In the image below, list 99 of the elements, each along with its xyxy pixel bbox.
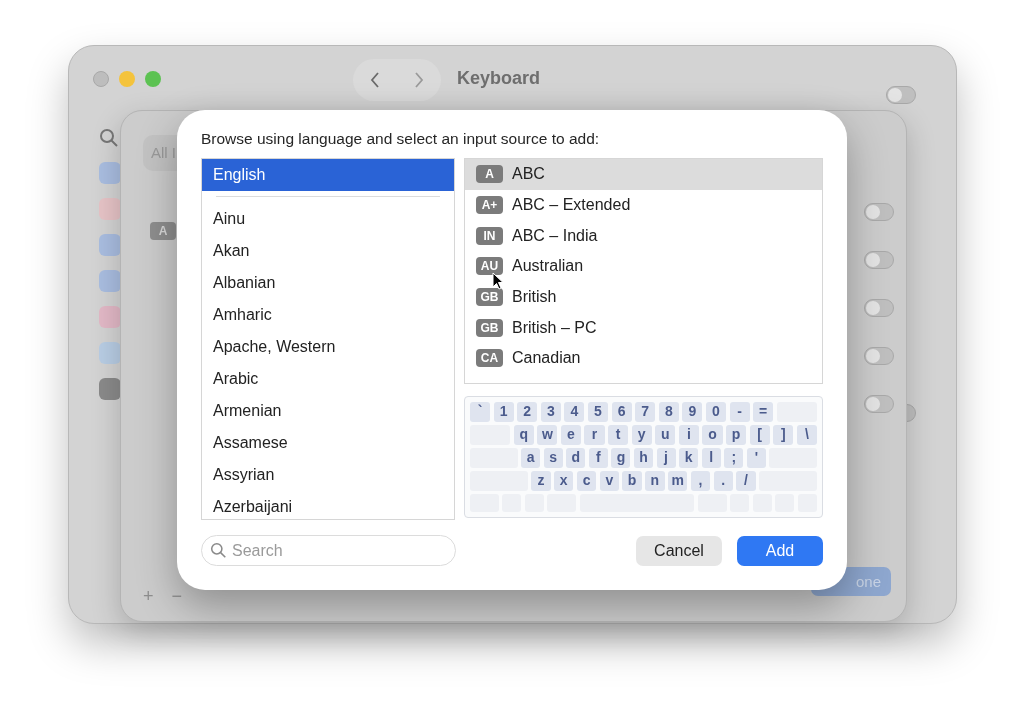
zoom-icon[interactable] [145, 71, 161, 87]
mouse-pointer-icon [492, 272, 504, 290]
close-icon[interactable] [93, 71, 109, 87]
input-source-item[interactable]: IN ABC – India [465, 220, 822, 252]
language-item[interactable]: Amharic [202, 299, 454, 331]
keyboard-key: = [753, 402, 774, 422]
keyboard-key: b [622, 471, 642, 491]
keyboard-key: . [713, 471, 733, 491]
dialog-prompt: Browse using language and select an input source to add: [201, 130, 601, 148]
language-item[interactable]: English [202, 159, 454, 191]
keyboard-key: 9 [682, 402, 703, 422]
keyboard-key: o [702, 425, 723, 445]
input-source-item[interactable]: CA Canadian [465, 343, 822, 374]
keyboard-key: r [584, 425, 605, 445]
keyboard-key: 7 [635, 402, 656, 422]
input-source-item[interactable]: GB British – PC [465, 312, 822, 344]
keyboard-key: m [668, 471, 688, 491]
keyboard-key: 3 [540, 402, 561, 422]
input-source-item[interactable]: AU Australian [465, 251, 822, 282]
keyboard-key: v [599, 471, 619, 491]
input-source-label: British – PC [512, 318, 597, 337]
keyboard-key: j [656, 448, 676, 468]
input-source-badge: IN [476, 226, 503, 245]
keyboard-key: n [645, 471, 665, 491]
toggle-switch[interactable] [864, 395, 894, 413]
keyboard-key: p [726, 425, 747, 445]
input-source-badge: A [476, 165, 503, 184]
keyboard-key: 5 [587, 402, 609, 422]
search-icon [99, 128, 119, 148]
keyboard-key: z [531, 471, 551, 491]
keyboard-key: e [560, 425, 581, 445]
language-item[interactable]: Ainu [202, 203, 454, 235]
keyboard-key: 8 [658, 402, 679, 422]
keyboard-key: 4 [564, 402, 585, 422]
keyboard-key: d [566, 448, 586, 468]
keyboard-key: ` [470, 402, 491, 422]
back-icon[interactable] [370, 72, 380, 88]
keyboard-key: x [554, 471, 574, 491]
toggle-switch[interactable] [864, 203, 894, 221]
input-source-label: Australian [512, 257, 584, 276]
input-source-badge: A+ [476, 196, 503, 215]
input-source-label: Canadian [512, 349, 581, 368]
keyboard-key: y [631, 425, 652, 445]
minimize-icon[interactable] [119, 71, 135, 87]
keyboard-key: w [537, 425, 558, 445]
keyboard-key: q [513, 425, 534, 445]
keyboard-key: , [690, 471, 711, 491]
search-field[interactable]: Search [201, 535, 456, 566]
search-icon [210, 542, 227, 559]
window-title: Keyboard [457, 68, 541, 89]
keyboard-key: s [543, 448, 563, 468]
keyboard-key: 2 [517, 402, 538, 422]
keyboard-key: g [611, 448, 631, 468]
input-source-label: ABC – India [512, 226, 598, 245]
toggle-switch[interactable] [864, 251, 894, 269]
language-item[interactable]: Apache, Western [202, 331, 454, 363]
language-item[interactable]: Assyrian [202, 459, 454, 491]
keyboard-key: 6 [611, 402, 632, 422]
keyboard-key: c [576, 471, 597, 491]
toggle-switch[interactable] [886, 86, 916, 104]
keyboard-key: k [679, 448, 699, 468]
toggle-switch[interactable] [864, 299, 894, 317]
input-source-badge: AU [476, 257, 503, 276]
language-item[interactable]: Arabic [202, 363, 454, 395]
language-item[interactable]: Assamese [202, 427, 454, 459]
input-source-item[interactable]: A ABC [465, 159, 822, 190]
keyboard-badge: A [150, 222, 176, 240]
input-source-label: British [512, 288, 557, 307]
keyboard-key: t [608, 425, 629, 445]
keyboard-key: a [521, 448, 541, 468]
language-item[interactable]: Akan [202, 235, 454, 267]
input-source-badge: GB [476, 318, 503, 337]
keyboard-key: u [655, 425, 676, 445]
keyboard-key: - [729, 402, 750, 422]
keyboard-key: i [678, 425, 699, 445]
cancel-button[interactable]: Cancel [636, 535, 722, 566]
language-item[interactable]: Armenian [202, 395, 454, 427]
keyboard-key: ] [773, 425, 794, 445]
keyboard-key: \ [796, 425, 817, 445]
keyboard-key: ' [746, 448, 766, 468]
keyboard-key: l [701, 448, 721, 468]
keyboard-key: ; [724, 448, 744, 468]
language-item[interactable]: Albanian [202, 267, 454, 299]
keyboard-key: 1 [493, 402, 514, 422]
input-source-item[interactable]: GB British [465, 281, 822, 313]
toggle-switch[interactable] [864, 347, 894, 365]
language-item[interactable]: Azerbaijani [202, 491, 454, 519]
input-source-badge: CA [476, 349, 503, 368]
keyboard-key: h [633, 448, 654, 468]
input-source-item[interactable]: A+ ABC – Extended [465, 189, 822, 221]
keyboard-key: f [588, 448, 608, 468]
forward-icon[interactable] [414, 72, 424, 88]
input-source-label: ABC – Extended [512, 196, 631, 215]
keyboard-key: 0 [705, 402, 727, 422]
input-source-label: ABC [512, 165, 545, 184]
keyboard-key: / [736, 471, 756, 491]
keyboard-key: [ [749, 425, 770, 445]
input-source-badge: GB [476, 288, 503, 307]
add-button[interactable]: Add [737, 535, 823, 566]
